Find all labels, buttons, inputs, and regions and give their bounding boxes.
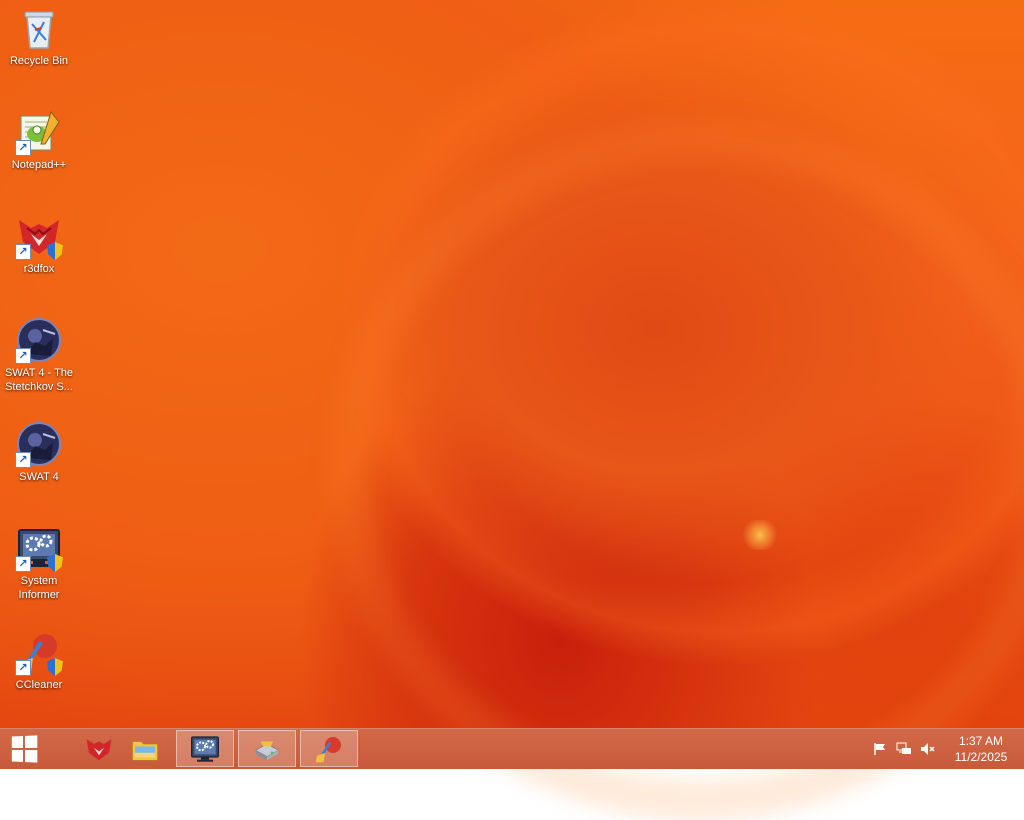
notepad-plus-plus-icon: ↗ — [15, 108, 63, 156]
desktop-icon-label: r3dfox — [23, 263, 55, 275]
recycle-bin-icon — [15, 4, 63, 52]
desktop-icon-label: SWAT 4 — [19, 471, 59, 483]
taskbar-clock[interactable]: 1:37 AM 11/2/2025 — [944, 733, 1018, 765]
taskbar-button-file-explorer[interactable] — [116, 730, 174, 767]
desktop-icon-label: Notepad++ — [11, 159, 67, 171]
shortcut-arrow-icon: ↗ — [15, 140, 31, 156]
taskbar: 1:37 AM 11/2/2025 — [0, 728, 1024, 769]
file-explorer-icon — [132, 740, 158, 761]
volume-muted-icon[interactable] — [920, 741, 936, 757]
desktop-icon-swat4-expansion[interactable]: ↗ SWAT 4 - The Stetchkov S... — [0, 312, 78, 394]
taskbar-button-drive-tool[interactable] — [238, 730, 296, 767]
desktop-icon-notepad-plus-plus[interactable]: ↗ Notepad++ — [0, 104, 78, 172]
shortcut-arrow-icon: ↗ — [15, 660, 31, 676]
swat4-icon: ↗ — [15, 420, 63, 468]
desktop-icon-label: System Informer — [18, 575, 60, 601]
desktop-icon-label: Recycle Bin — [9, 55, 69, 67]
action-center-flag-icon[interactable] — [872, 741, 888, 757]
clock-time: 1:37 AM — [958, 734, 1004, 748]
desktop-icon-label: SWAT 4 - The Stetchkov S... — [4, 367, 74, 393]
shortcut-arrow-icon: ↗ — [15, 556, 31, 572]
r3dfox-icon — [86, 738, 112, 760]
swat4-expansion-icon: ↗ — [15, 316, 63, 364]
taskbar-button-system-informer[interactable] — [176, 730, 234, 767]
desktop-icon-label: CCleaner — [15, 679, 63, 691]
shortcut-arrow-icon: ↗ — [15, 348, 31, 364]
system-informer-icon: ↗ — [15, 524, 63, 572]
network-icon[interactable] — [896, 741, 912, 757]
start-button[interactable] — [0, 729, 48, 769]
desktop-icon-r3dfox[interactable]: ↗ r3dfox — [0, 208, 78, 276]
drive-icon — [255, 741, 279, 760]
ccleaner-icon — [315, 736, 341, 762]
desktop-icon-system-informer[interactable]: ↗ System Informer — [0, 520, 78, 602]
system-tray — [872, 729, 936, 769]
wallpaper-glow — [740, 520, 780, 550]
desktop-icon-swat4[interactable]: ↗ SWAT 4 — [0, 416, 78, 484]
desktop-icon-ccleaner[interactable]: ↗ CCleaner — [0, 624, 78, 692]
system-informer-icon — [191, 735, 219, 762]
ccleaner-icon: ↗ — [15, 628, 63, 676]
shortcut-arrow-icon: ↗ — [15, 452, 31, 468]
wallpaper-swirl — [330, 120, 1024, 820]
taskbar-button-ccleaner[interactable] — [300, 730, 358, 767]
desktop-wallpaper — [0, 0, 1024, 820]
desktop-icon-recycle-bin[interactable]: Recycle Bin — [0, 0, 78, 68]
clock-date: 11/2/2025 — [954, 750, 1008, 764]
r3dfox-icon: ↗ — [15, 212, 63, 260]
shortcut-arrow-icon: ↗ — [15, 244, 31, 260]
windows-start-icon — [11, 735, 38, 763]
